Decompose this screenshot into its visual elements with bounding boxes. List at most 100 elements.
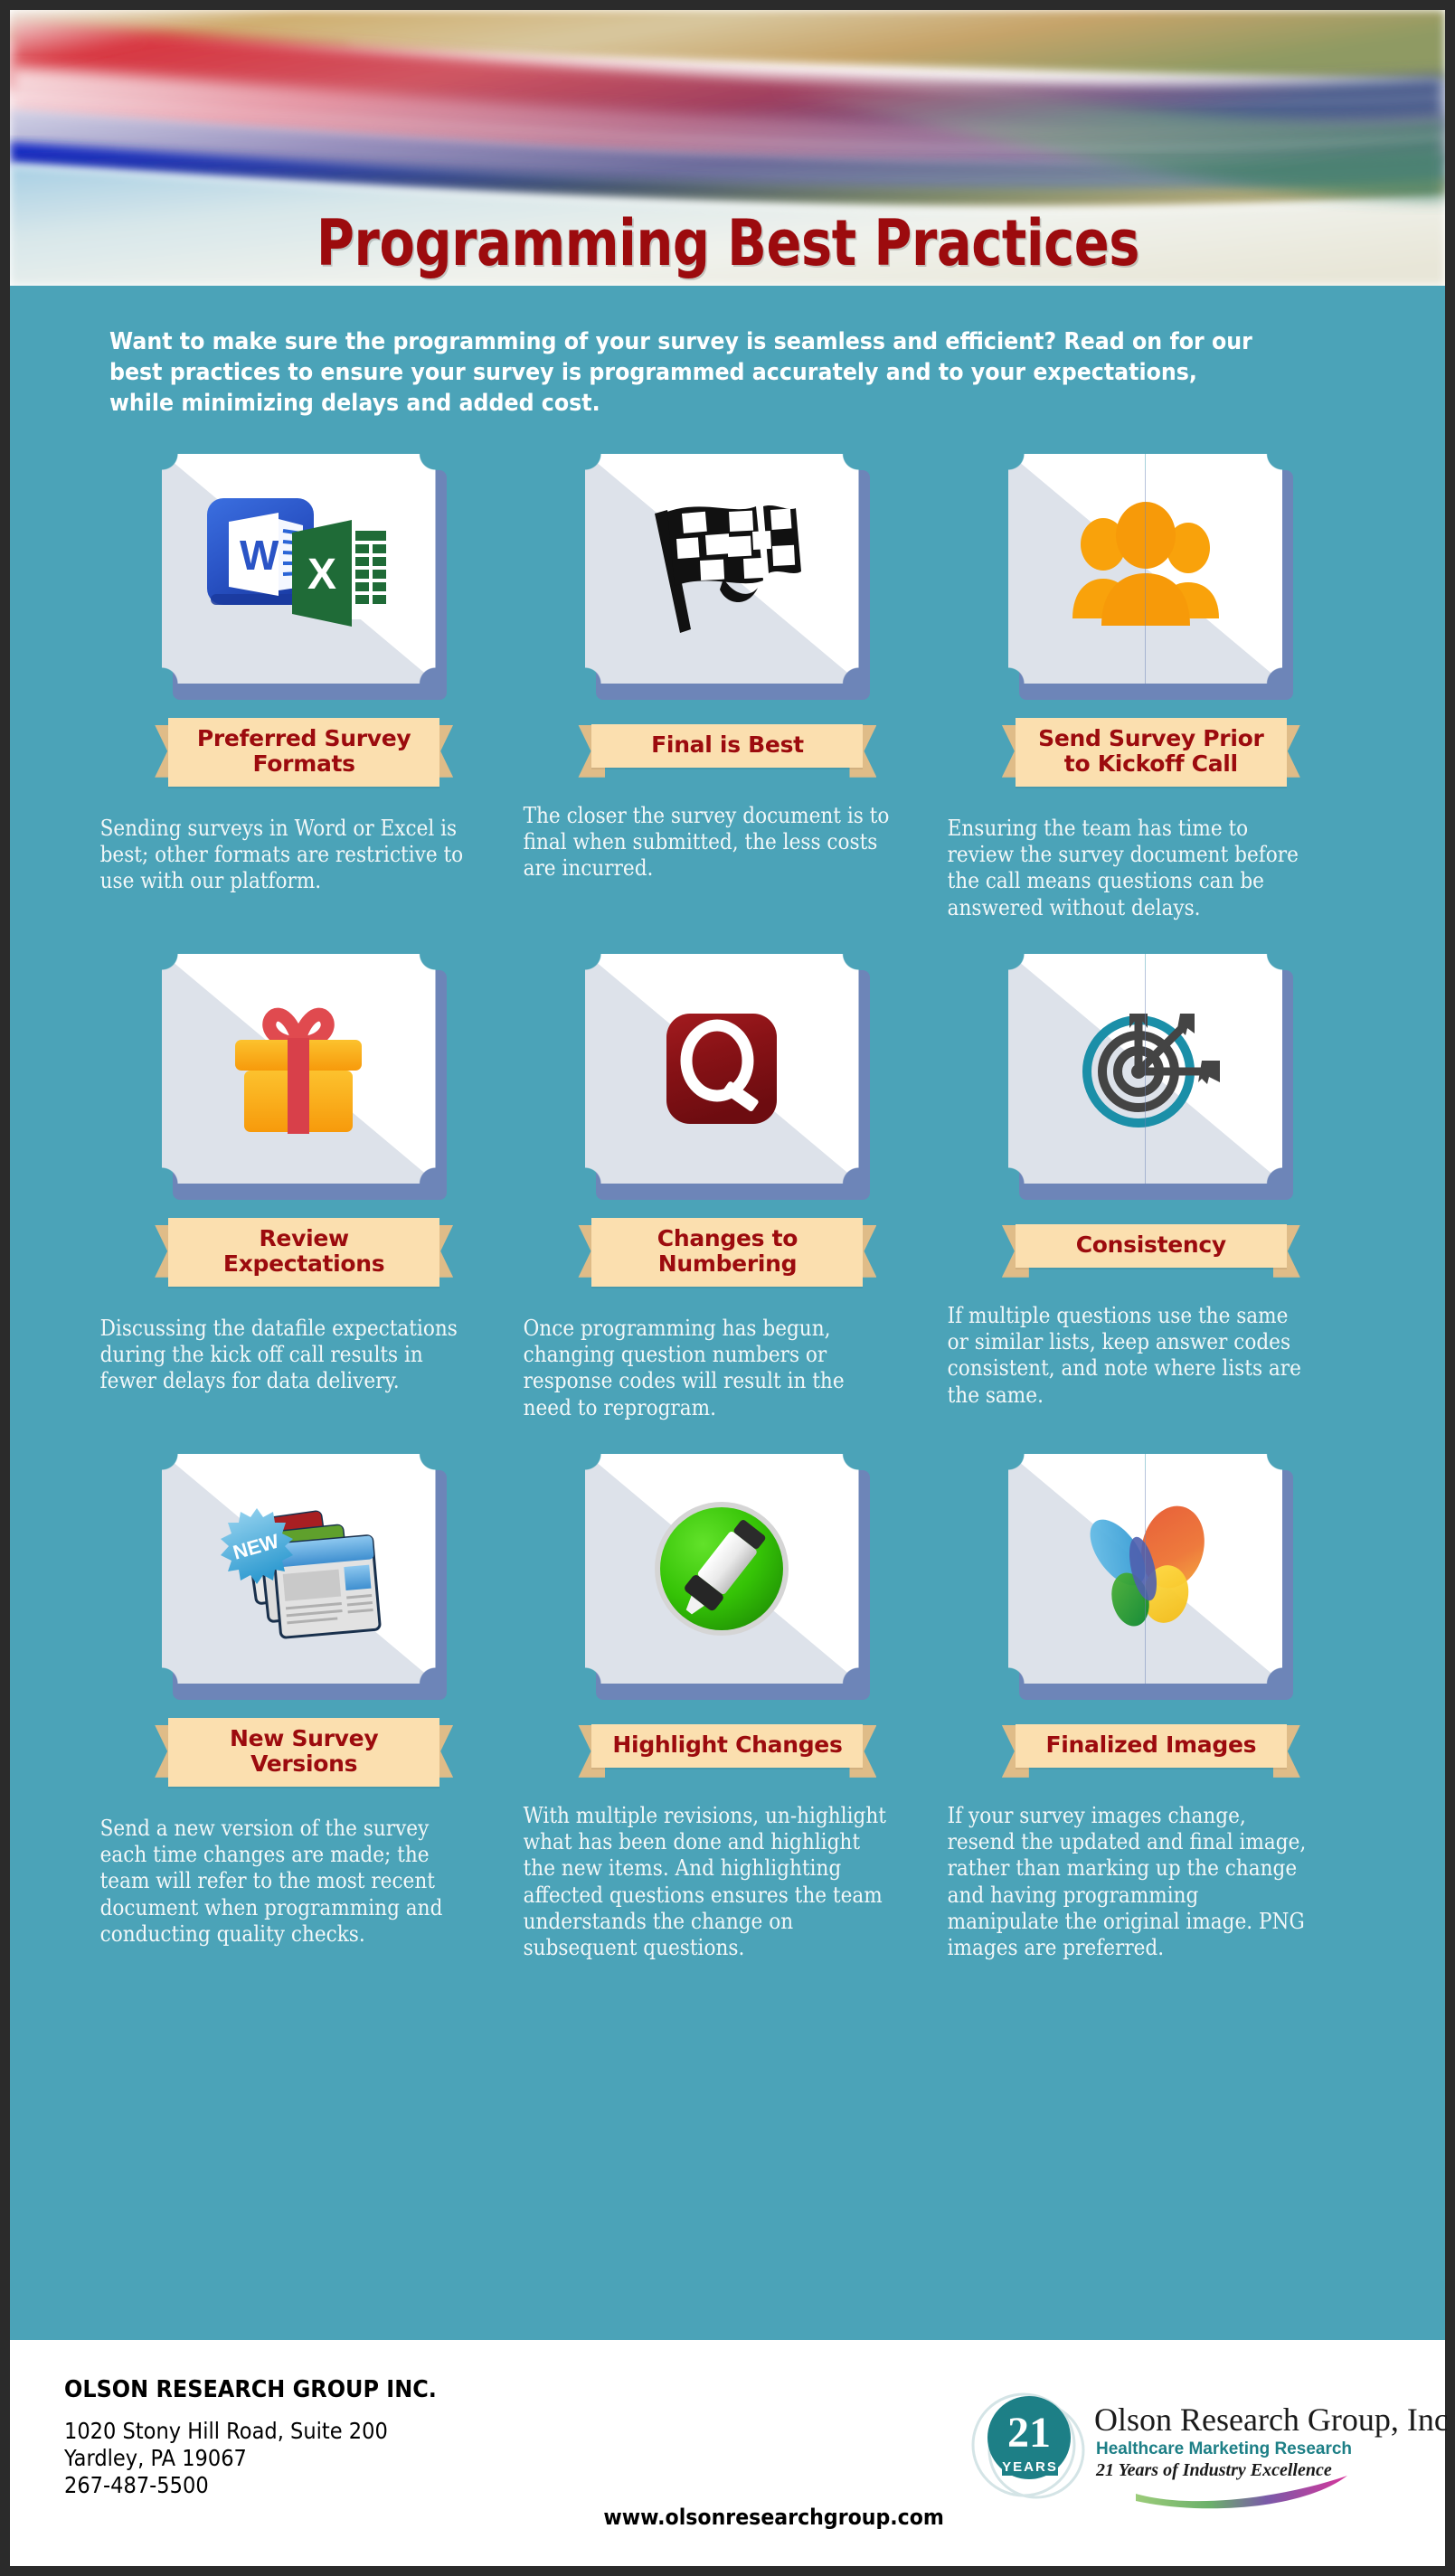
card-title: Consistency (1075, 1231, 1226, 1258)
ribbon-body: New Survey Versions (168, 1717, 440, 1787)
website-url[interactable]: www.olsonresearchgroup.com (603, 2505, 944, 2530)
ribbon-body: Preferred Survey Formats (168, 717, 440, 787)
card-title: Finalized Images (1045, 1731, 1257, 1758)
checkered-flag-icon (585, 454, 859, 684)
card-face (584, 953, 859, 1184)
card-ribbon: New Survey Versions (155, 1717, 453, 1787)
card-title: Preferred Survey Formats (196, 724, 411, 777)
card-description: Once programming has begun, changing que… (523, 1315, 845, 1420)
gift-box-icon (162, 954, 436, 1184)
svg-text:W: W (240, 532, 279, 579)
card-face (1008, 1453, 1283, 1684)
practice-card-new-survey-versions: NEW New Survey Versions Send a new versi… (97, 1453, 511, 1962)
ribbon-body: Highlight Changes (591, 1723, 864, 1768)
company-name: OLSON RESEARCH GROUP INC. (64, 2376, 437, 2403)
icon-card (161, 953, 447, 1200)
card-description: Ensuring the team has time to review the… (947, 815, 1299, 920)
icon-card (1008, 453, 1294, 700)
svg-text:Healthcare Marketing Research: Healthcare Marketing Research (1096, 2439, 1352, 2458)
word-excel-documents-icon: W X (162, 454, 436, 684)
svg-text:21: 21 (1007, 2409, 1051, 2457)
icon-card (584, 453, 870, 700)
card-ribbon: Consistency (1001, 1218, 1300, 1278)
card-face (584, 1453, 859, 1684)
svg-text:YEARS: YEARS (1002, 2459, 1058, 2475)
svg-text:X: X (307, 551, 336, 599)
ribbon-body: Review Expectations (168, 1217, 440, 1287)
icon-card (584, 1453, 870, 1700)
ribbon-body: Consistency (1015, 1223, 1287, 1268)
practice-card-changes-to-numbering: Changes to Numbering Once programming ha… (520, 953, 934, 1421)
practice-card-preferred-survey-formats: W X Preferred Survey Formats Sending sur… (97, 453, 511, 921)
practice-card-highlight-changes: Highlight Changes With multiple revision… (520, 1453, 934, 1962)
olson-research-group-logo: 21 YEARS Olson Research Group, Inc. Heal… (959, 2378, 1455, 2514)
intro-section: Want to make sure the programming of you… (10, 286, 1445, 429)
phone-number: 267-487-5500 (64, 2471, 209, 2498)
card-face (1008, 453, 1283, 684)
page-title: Programming Best Practices (316, 206, 1139, 280)
row-spacer (520, 921, 934, 954)
target-with-arrows-icon (1008, 954, 1282, 1184)
address-line-1: 1020 Stony Hill Road, Suite 200 (64, 2418, 388, 2444)
row-spacer (520, 1421, 934, 1454)
card-description: Sending surveys in Word or Excel is best… (99, 815, 464, 894)
card-title: Review Expectations (222, 1224, 385, 1277)
icon-card: NEW (161, 1453, 447, 1700)
new-documents-stack-icon: NEW (162, 1454, 436, 1684)
practice-card-consistency: Consistency If multiple questions use th… (944, 953, 1358, 1421)
card-description: Discussing the datafile expectations dur… (99, 1315, 458, 1394)
footer-website-block: www.olsonresearchgroup.com (589, 2340, 959, 2566)
card-description: If your survey images change, resend the… (947, 1802, 1306, 1961)
ribbon-body: Finalized Images (1015, 1723, 1287, 1768)
card-title: Highlight Changes (612, 1731, 843, 1758)
card-title: New Survey Versions (229, 1724, 379, 1777)
footer-logo-block: 21 YEARS Olson Research Group, Inc. Heal… (959, 2340, 1455, 2514)
practice-card-review-expectations: Review Expectations Discussing the dataf… (97, 953, 511, 1421)
row-spacer (944, 1421, 1358, 1454)
practice-card-send-survey-prior-to-kickoff-call: Send Survey Prior to Kickoff Call Ensuri… (944, 453, 1358, 921)
ribbon-body: Changes to Numbering (591, 1217, 864, 1287)
icon-card (1008, 1453, 1294, 1700)
card-face (1008, 953, 1283, 1184)
card-description: The closer the survey document is to fin… (523, 802, 890, 882)
card-face (584, 453, 859, 684)
icon-card (584, 953, 870, 1200)
card-face (161, 953, 436, 1184)
card-ribbon: Preferred Survey Formats (155, 717, 453, 787)
practices-grid: W X Preferred Survey Formats Sending sur… (10, 429, 1445, 1962)
card-title: Send Survey Prior to Kickoff Call (1038, 724, 1264, 777)
intro-paragraph: Want to make sure the programming of you… (109, 328, 1252, 417)
row-spacer (97, 921, 511, 954)
ribbon-body: Final is Best (591, 723, 864, 768)
icon-card (1008, 953, 1294, 1200)
icon-card: W X (161, 453, 447, 700)
card-ribbon: Finalized Images (1001, 1718, 1300, 1778)
card-face: NEW (161, 1453, 436, 1684)
footer-contact-block: OLSON RESEARCH GROUP INC. 1020 Stony Hil… (10, 2340, 589, 2499)
poster-header: Programming Best Practices (10, 10, 1445, 286)
infographic-poster: Programming Best Practices Want to make … (0, 0, 1455, 2576)
practice-card-final-is-best: Final is Best The closer the survey docu… (520, 453, 934, 921)
practice-card-finalized-images: Finalized Images If your survey images c… (944, 1453, 1358, 1962)
row-spacer (944, 921, 1358, 954)
group-of-people-icon (1008, 454, 1282, 684)
card-ribbon: Send Survey Prior to Kickoff Call (1001, 717, 1300, 787)
address-line-2: Yardley, PA 19067 (64, 2444, 247, 2471)
row-spacer (97, 1421, 511, 1454)
card-description: Send a new version of the survey each ti… (99, 1815, 443, 1947)
question-q-badge-icon (585, 954, 859, 1184)
ribbon-body: Send Survey Prior to Kickoff Call (1015, 717, 1287, 787)
card-description: With multiple revisions, un-highlight wh… (523, 1802, 887, 1961)
poster-footer: OLSON RESEARCH GROUP INC. 1020 Stony Hil… (10, 2340, 1455, 2566)
colorful-butterfly-icon (1008, 1454, 1282, 1684)
card-title: Changes to Numbering (657, 1224, 798, 1277)
anniversary-badge-icon: 21 YEARS (971, 2392, 1085, 2499)
card-ribbon: Changes to Numbering (578, 1217, 876, 1287)
svg-text:21 Years of Industry Excellenc: 21 Years of Industry Excellence (1095, 2460, 1332, 2480)
card-ribbon: Final is Best (578, 718, 876, 778)
card-ribbon: Review Expectations (155, 1217, 453, 1287)
card-description: If multiple questions use the same or si… (947, 1302, 1301, 1408)
card-title: Final is Best (651, 731, 804, 758)
svg-text:Olson Research Group, Inc.: Olson Research Group, Inc. (1094, 2401, 1447, 2438)
card-face: W X (161, 453, 436, 684)
